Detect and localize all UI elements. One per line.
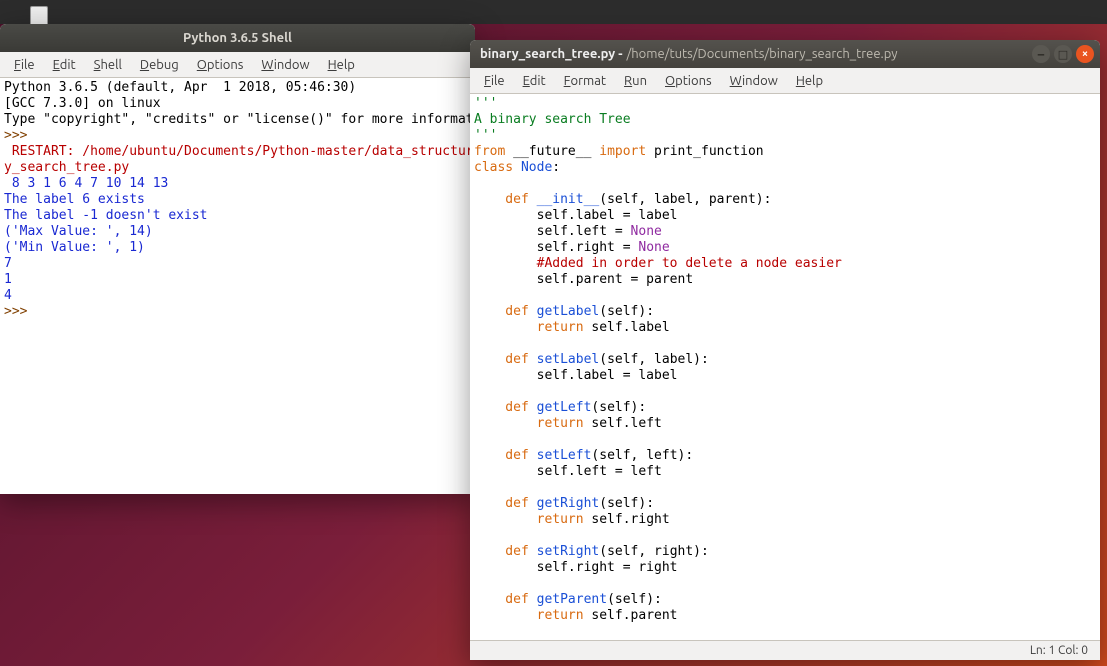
shell-line: 1 (4, 272, 471, 288)
editor-line: self.left = left (474, 464, 1096, 480)
desktop-topbar (0, 0, 1107, 24)
editor-line: def getRight(self): (474, 496, 1096, 512)
editor-line (474, 384, 1096, 400)
editor-line: def setLabel(self, label): (474, 352, 1096, 368)
shell-menu-debug[interactable]: Debug (132, 55, 187, 75)
editor-menu-run[interactable]: Run (616, 71, 655, 91)
editor-line: def getParent(self): (474, 592, 1096, 608)
editor-title-path: /home/tuts/Documents/binary_search_tree.… (622, 47, 1032, 61)
shell-menu-window[interactable]: Window (253, 55, 317, 75)
shell-line: Type "copyright", "credits" or "license(… (4, 112, 471, 128)
editor-content[interactable]: '''A binary search Tree'''from __future_… (470, 94, 1100, 640)
editor-line (474, 432, 1096, 448)
editor-line: ''' (474, 96, 1096, 112)
editor-menu-window[interactable]: Window (722, 71, 786, 91)
shell-menu-help[interactable]: Help (320, 55, 363, 75)
editor-line (474, 576, 1096, 592)
shell-line: RESTART: /home/ubuntu/Documents/Python-m… (4, 144, 471, 160)
editor-line: return self.left (474, 416, 1096, 432)
editor-line: def __init__(self, label, parent): (474, 192, 1096, 208)
editor-line: def setLeft(self, left): (474, 448, 1096, 464)
shell-line: Python 3.6.5 (default, Apr 1 2018, 05:46… (4, 80, 471, 96)
editor-status-pos: Ln: 1 Col: 0 (1030, 644, 1088, 657)
editor-line: self.right = None (474, 240, 1096, 256)
shell-line: y_search_tree.py (4, 160, 471, 176)
close-icon[interactable]: × (1076, 45, 1094, 63)
shell-line: 7 (4, 256, 471, 272)
editor-line: A binary search Tree (474, 112, 1096, 128)
shell-line: 4 (4, 288, 471, 304)
editor-title-file: binary_search_tree.py - (470, 47, 622, 61)
editor-menubar: FileEditFormatRunOptionsWindowHelp (470, 68, 1100, 94)
editor-line: def getLabel(self): (474, 304, 1096, 320)
editor-line (474, 336, 1096, 352)
editor-line: return self.parent (474, 608, 1096, 624)
editor-line (474, 288, 1096, 304)
shell-line: [GCC 7.3.0] on linux (4, 96, 471, 112)
shell-titlebar[interactable]: Python 3.6.5 Shell (0, 24, 475, 52)
editor-line: return self.right (474, 512, 1096, 528)
maximize-icon[interactable]: □ (1054, 45, 1072, 63)
editor-line: from __future__ import print_function (474, 144, 1096, 160)
shell-menu-shell[interactable]: Shell (86, 55, 130, 75)
shell-line: ('Min Value: ', 1) (4, 240, 471, 256)
editor-line: class Node: (474, 160, 1096, 176)
editor-menu-help[interactable]: Help (788, 71, 831, 91)
shell-menu-edit[interactable]: Edit (45, 55, 84, 75)
editor-menu-edit[interactable]: Edit (515, 71, 554, 91)
editor-window: binary_search_tree.py - /home/tuts/Docum… (470, 40, 1100, 660)
editor-line: self.label = label (474, 368, 1096, 384)
shell-line: >>> (4, 128, 471, 144)
editor-menu-options[interactable]: Options (657, 71, 720, 91)
editor-line: def getLeft(self): (474, 400, 1096, 416)
editor-menu-file[interactable]: File (476, 71, 513, 91)
shell-line: The label -1 doesn't exist (4, 208, 471, 224)
shell-menubar: FileEditShellDebugOptionsWindowHelp (0, 52, 475, 78)
editor-line: self.left = None (474, 224, 1096, 240)
editor-line: self.label = label (474, 208, 1096, 224)
editor-line: #Added in order to delete a node easier (474, 256, 1096, 272)
shell-menu-file[interactable]: File (6, 55, 43, 75)
shell-line: 8 3 1 6 4 7 10 14 13 (4, 176, 471, 192)
shell-line: ('Max Value: ', 14) (4, 224, 471, 240)
shell-window: Python 3.6.5 Shell FileEditShellDebugOpt… (0, 24, 475, 494)
editor-menu-format[interactable]: Format (556, 71, 614, 91)
editor-line (474, 176, 1096, 192)
editor-line: def setRight(self, right): (474, 544, 1096, 560)
editor-statusbar: Ln: 1 Col: 0 (470, 640, 1100, 660)
editor-titlebar[interactable]: binary_search_tree.py - /home/tuts/Docum… (470, 40, 1100, 68)
shell-menu-options[interactable]: Options (189, 55, 252, 75)
minimize-icon[interactable]: ‒ (1032, 45, 1050, 63)
shell-line: The label 6 exists (4, 192, 471, 208)
editor-line: self.parent = parent (474, 272, 1096, 288)
editor-line (474, 480, 1096, 496)
shell-line: >>> (4, 304, 471, 320)
editor-line: ''' (474, 128, 1096, 144)
shell-title: Python 3.6.5 Shell (0, 31, 475, 45)
editor-line (474, 528, 1096, 544)
editor-line: self.right = right (474, 560, 1096, 576)
shell-content[interactable]: Python 3.6.5 (default, Apr 1 2018, 05:46… (0, 78, 475, 494)
editor-line: return self.label (474, 320, 1096, 336)
